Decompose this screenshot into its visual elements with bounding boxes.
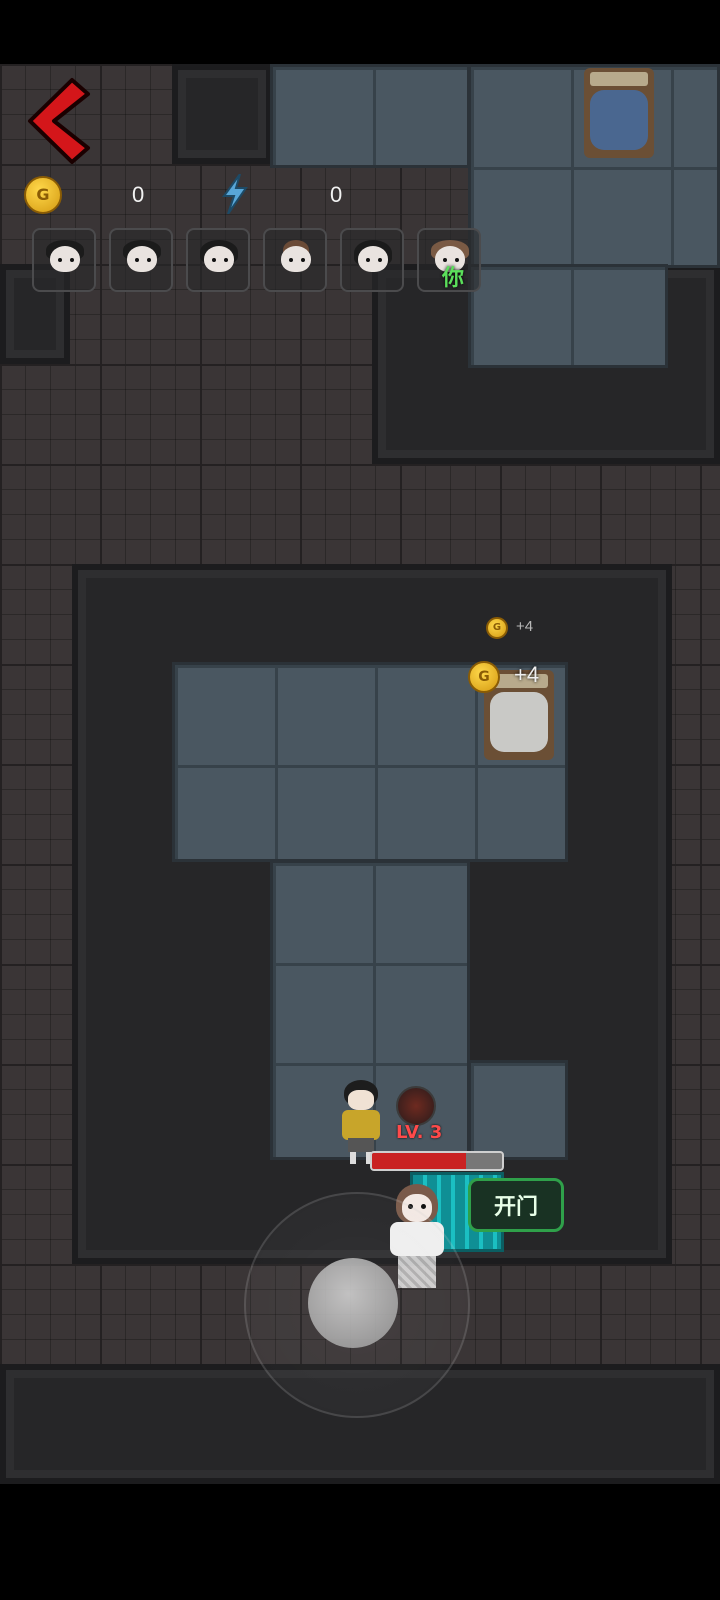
open-door-button[interactable]: 开门 xyxy=(468,1178,564,1232)
enemy-hp-fill xyxy=(372,1153,466,1169)
joystick-knob[interactable] xyxy=(308,1258,398,1348)
lightning-icon xyxy=(222,174,248,214)
room-top-right-lower xyxy=(468,264,668,368)
player-avatar[interactable] xyxy=(32,228,96,292)
gold-coin-icon: G xyxy=(468,661,500,693)
energy-value: 0 xyxy=(330,182,343,207)
gold-value: 0 xyxy=(132,182,145,207)
room-main-step xyxy=(468,1060,568,1160)
you-tag: 你 xyxy=(442,266,465,291)
gold-coin-icon: G xyxy=(486,617,508,639)
back-button[interactable] xyxy=(24,76,94,166)
player-avatar[interactable] xyxy=(340,228,404,292)
gold-gain-small: +4 xyxy=(516,618,534,635)
player-avatar[interactable] xyxy=(263,228,327,292)
back-chevron-icon xyxy=(28,78,90,164)
gold-gain-big: +4 xyxy=(514,662,540,687)
player-avatar[interactable] xyxy=(186,228,250,292)
gold-coin-icon: G xyxy=(24,176,62,214)
open-door-label: 开门 xyxy=(493,1195,538,1220)
wall xyxy=(172,64,272,164)
player-avatar[interactable] xyxy=(109,228,173,292)
enemy-hp-bar xyxy=(370,1151,504,1171)
enemy-weapon-icon xyxy=(396,1086,436,1126)
enemy-level: LV. 3 xyxy=(396,1122,443,1143)
bed-top[interactable] xyxy=(584,68,654,158)
room-top xyxy=(270,64,470,168)
